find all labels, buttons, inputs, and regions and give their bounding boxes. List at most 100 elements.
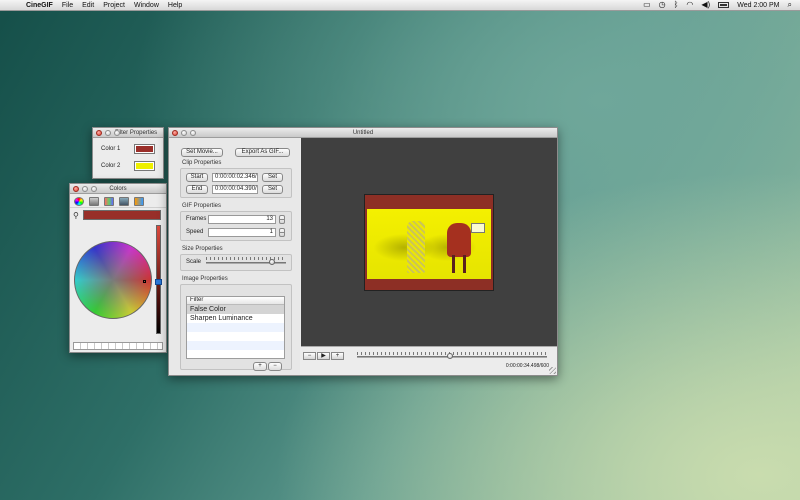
filter-row[interactable] xyxy=(187,332,284,341)
timecode-display: 0:00:00:34.498/600 xyxy=(505,363,549,369)
gif-preview-frame xyxy=(364,194,494,291)
time-machine-icon[interactable]: ◷ xyxy=(659,1,666,9)
filter-row[interactable] xyxy=(187,323,284,332)
filter-properties-window: Filter Properties Color 1 Color 2 xyxy=(92,127,164,179)
window-controls xyxy=(172,130,196,136)
filter-row[interactable] xyxy=(187,341,284,350)
preview-figure-left xyxy=(407,221,425,273)
zoom-icon[interactable] xyxy=(91,186,97,192)
filter-properties-title: Filter Properties xyxy=(114,129,158,136)
color2-well[interactable] xyxy=(134,161,155,171)
colors-title: Colors xyxy=(109,185,127,192)
clock[interactable]: Wed 2:00 PM xyxy=(737,2,779,9)
menu-edit[interactable]: Edit xyxy=(82,2,94,9)
speed-label: Speed xyxy=(186,229,204,235)
speed-stepper[interactable] xyxy=(279,228,285,237)
properties-panel: Set Movie... Export As GIF... Clip Prope… xyxy=(169,138,300,375)
scale-label: Scale xyxy=(186,259,202,265)
start-button[interactable]: Start xyxy=(186,173,208,182)
colors-mode-toolbar xyxy=(70,194,166,208)
preview-figure-right xyxy=(447,223,471,257)
menubar: CineGIF File Edit Project Window Help ▭ … xyxy=(0,0,800,11)
color-sliders-mode-icon[interactable] xyxy=(89,197,99,206)
frames-field[interactable]: 13 xyxy=(208,215,276,224)
main-window: Untitled Set Movie... Export As GIF... C… xyxy=(168,127,558,376)
gif-properties-title: GIF Properties xyxy=(182,203,222,209)
minimize-icon[interactable] xyxy=(105,130,111,136)
color2-label: Color 2 xyxy=(101,163,121,169)
step-forward-button[interactable]: + xyxy=(331,352,344,360)
volume-icon[interactable]: ◀) xyxy=(701,1,710,9)
window-controls xyxy=(73,186,97,192)
timeline-slider-knob[interactable] xyxy=(447,353,454,359)
set-start-label: Set xyxy=(267,174,277,180)
menu-window[interactable]: Window xyxy=(134,2,159,9)
color-wheel[interactable] xyxy=(74,241,152,319)
close-icon[interactable] xyxy=(96,130,102,136)
preview-figure-legs xyxy=(452,255,466,273)
end-time-field[interactable]: 0:00:00:04.390/ xyxy=(212,185,258,194)
set-movie-button[interactable]: Set Movie... xyxy=(181,148,223,157)
set-start-button[interactable]: Set xyxy=(262,173,283,182)
spotlight-search-icon[interactable]: ⌕ xyxy=(788,1,792,9)
set-end-button[interactable]: Set xyxy=(262,185,283,194)
battery-icon[interactable] xyxy=(718,2,730,8)
color-wheel-mode-icon[interactable] xyxy=(74,197,84,206)
preview-sign xyxy=(471,223,485,233)
color-palettes-mode-icon[interactable] xyxy=(104,197,114,206)
zoom-icon[interactable] xyxy=(190,130,196,136)
color1-well[interactable] xyxy=(134,144,155,154)
minimize-icon[interactable] xyxy=(82,186,88,192)
filter-column-header[interactable]: Filter xyxy=(187,297,284,305)
image-palettes-mode-icon[interactable] xyxy=(119,197,129,206)
crayons-mode-icon[interactable] xyxy=(134,197,144,206)
size-properties-title: Size Properties xyxy=(182,246,223,252)
status-area: ▭ ◷ ᛒ ◠ ◀) Wed 2:00 PM ⌕ xyxy=(643,1,792,9)
frames-stepper[interactable] xyxy=(279,215,285,224)
current-color-swatch[interactable] xyxy=(82,210,161,220)
menu-file[interactable]: File xyxy=(62,2,73,9)
close-icon[interactable] xyxy=(172,130,178,136)
main-window-title: Untitled xyxy=(352,129,374,136)
app-menu[interactable]: CineGIF xyxy=(26,2,53,9)
end-button[interactable]: End xyxy=(186,185,208,194)
wifi-icon[interactable]: ◠ xyxy=(686,1,693,9)
export-gif-button[interactable]: Export As GIF... xyxy=(235,148,290,157)
screen-sharing-icon[interactable]: ▭ xyxy=(643,1,651,9)
filter-rows: False Color Sharpen Luminance xyxy=(187,305,284,358)
menu-help[interactable]: Help xyxy=(168,2,182,9)
zoom-icon[interactable] xyxy=(114,130,120,136)
filter-row[interactable]: Sharpen Luminance xyxy=(187,314,284,323)
main-titlebar[interactable]: Untitled xyxy=(169,128,557,138)
remove-filter-button[interactable]: − xyxy=(268,362,282,371)
movie-preview xyxy=(301,138,557,346)
close-icon[interactable] xyxy=(73,186,79,192)
clip-properties-title: Clip Properties xyxy=(182,160,222,166)
color2-row: Color 2 xyxy=(101,161,155,171)
minimize-icon[interactable] xyxy=(181,130,187,136)
resize-grip-icon[interactable] xyxy=(549,367,556,374)
magnifier-icon[interactable]: ⚲ xyxy=(73,211,79,220)
set-end-label: Set xyxy=(267,186,277,192)
colors-titlebar[interactable]: Colors xyxy=(70,184,166,194)
gif-preview-image xyxy=(367,209,491,279)
play-button[interactable]: ▶ xyxy=(317,352,330,360)
color-wheel-marker[interactable] xyxy=(143,280,146,283)
bluetooth-icon[interactable]: ᛒ xyxy=(674,1,679,9)
transport-bar: − ▶ + 0:00:00:34.498/600 xyxy=(301,346,557,375)
filter-row[interactable]: False Color xyxy=(187,305,284,314)
window-controls xyxy=(96,130,120,136)
color1-label: Color 1 xyxy=(101,146,121,152)
brightness-slider-knob[interactable] xyxy=(155,279,162,285)
start-time-field[interactable]: 0:00:00:02.346/ xyxy=(212,173,258,182)
menu-project[interactable]: Project xyxy=(103,2,125,9)
step-back-button[interactable]: − xyxy=(303,352,316,360)
color1-row: Color 1 xyxy=(101,144,155,154)
frames-label: Frames xyxy=(186,216,207,222)
speed-field[interactable]: 1 xyxy=(208,228,276,237)
colors-window: Colors ⚲ xyxy=(69,183,167,353)
filter-properties-titlebar[interactable]: Filter Properties xyxy=(93,128,163,138)
add-filter-button[interactable]: + xyxy=(253,362,267,371)
color-swatch-tray[interactable] xyxy=(73,342,163,350)
filter-row[interactable] xyxy=(187,350,284,358)
